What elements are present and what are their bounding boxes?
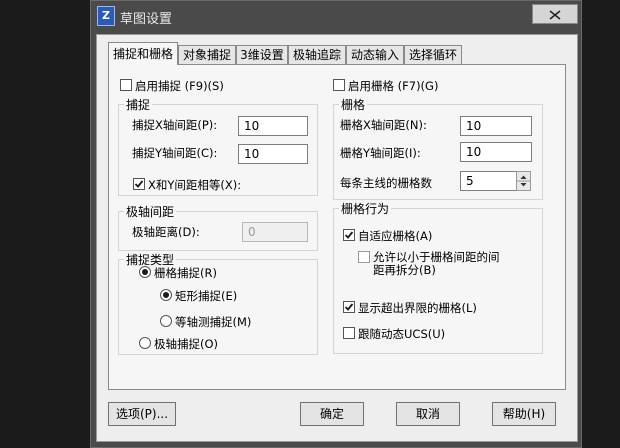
enable-snap-checkbox[interactable] xyxy=(120,79,132,91)
close-icon xyxy=(549,10,561,20)
polar-snap-label: 极轴捕捉(O) xyxy=(154,337,219,351)
window-title: 草图设置 xyxy=(120,12,173,27)
major-line-input[interactable]: 5 xyxy=(460,171,518,191)
checkmark-icon xyxy=(344,303,354,311)
polar-snap-radio[interactable] xyxy=(139,337,151,349)
tab-snap-grid[interactable]: 捕捉和栅格 xyxy=(108,42,178,65)
beyond-limits-checkbox[interactable] xyxy=(343,301,355,313)
iso-snap-radio[interactable] xyxy=(160,315,172,327)
iso-snap-label: 等轴测捕捉(M) xyxy=(175,315,252,329)
follow-ucs-checkbox[interactable] xyxy=(343,327,355,339)
equal-spacing-label: X和Y间距相等(X): xyxy=(148,178,242,192)
enable-grid-label: 启用栅格 (F7)(G) xyxy=(348,79,439,93)
polar-distance-input[interactable]: 0 xyxy=(242,222,308,242)
polar-distance-label: 极轴距离(D): xyxy=(132,225,200,239)
grid-group-label: 栅格 xyxy=(339,96,368,113)
rect-snap-radio[interactable] xyxy=(160,289,172,301)
snap-x-input[interactable]: 10 xyxy=(238,116,308,136)
app-logo-icon: Z xyxy=(97,6,115,26)
help-button[interactable]: 帮助(H) xyxy=(492,402,556,426)
grid-y-input[interactable]: 10 xyxy=(460,142,532,162)
checkmark-icon xyxy=(344,231,354,239)
adaptive-grid-label: 自适应栅格(A) xyxy=(358,229,433,243)
tab-3d-settings[interactable]: 3维设置 xyxy=(236,45,288,64)
cancel-button[interactable]: 取消 xyxy=(396,402,460,426)
major-line-spinner[interactable] xyxy=(516,171,531,191)
spinner-arrows-icon xyxy=(517,175,530,187)
equal-spacing-checkbox[interactable] xyxy=(133,178,145,190)
snap-y-input[interactable]: 10 xyxy=(238,144,308,164)
rect-snap-label: 矩形捕捉(E) xyxy=(175,289,238,303)
tab-polar-tracking[interactable]: 极轴追踪 xyxy=(288,45,346,64)
tab-dynamic-input[interactable]: 动态输入 xyxy=(346,45,404,64)
enable-grid-checkbox[interactable] xyxy=(333,79,345,91)
adaptive-grid-checkbox[interactable] xyxy=(343,229,355,241)
tab-selection-cycling[interactable]: 选择循环 xyxy=(404,45,462,64)
snap-x-label: 捕捉X轴间距(P): xyxy=(132,118,218,132)
beyond-limits-label: 显示超出界限的栅格(L) xyxy=(358,301,477,315)
options-button[interactable]: 选项(P)... xyxy=(108,402,176,426)
tab-object-snap[interactable]: 对象捕捉 xyxy=(178,45,236,64)
subdivide-label-line2: 距再拆分(B) xyxy=(373,263,436,277)
follow-ucs-label: 跟随动态UCS(U) xyxy=(358,327,446,341)
subdivide-checkbox[interactable] xyxy=(358,251,370,263)
snap-y-label: 捕捉Y轴间距(C): xyxy=(132,146,218,160)
checkmark-icon xyxy=(134,180,144,188)
major-line-label: 每条主线的栅格数 xyxy=(340,176,432,190)
close-button[interactable] xyxy=(532,4,578,24)
grid-x-label: 栅格X轴间距(N): xyxy=(340,118,427,132)
ok-button[interactable]: 确定 xyxy=(300,402,364,426)
grid-snap-label: 栅格捕捉(R) xyxy=(154,266,217,280)
enable-snap-label: 启用捕捉 (F9)(S) xyxy=(135,79,224,93)
grid-x-input[interactable]: 10 xyxy=(460,116,532,136)
grid-snap-radio[interactable] xyxy=(139,266,151,278)
polar-spacing-group-label: 极轴间距 xyxy=(124,203,177,220)
grid-behavior-group-label: 栅格行为 xyxy=(339,200,392,217)
grid-y-label: 栅格Y轴间距(I): xyxy=(340,146,421,160)
snap-group-label: 捕捉 xyxy=(124,96,153,113)
